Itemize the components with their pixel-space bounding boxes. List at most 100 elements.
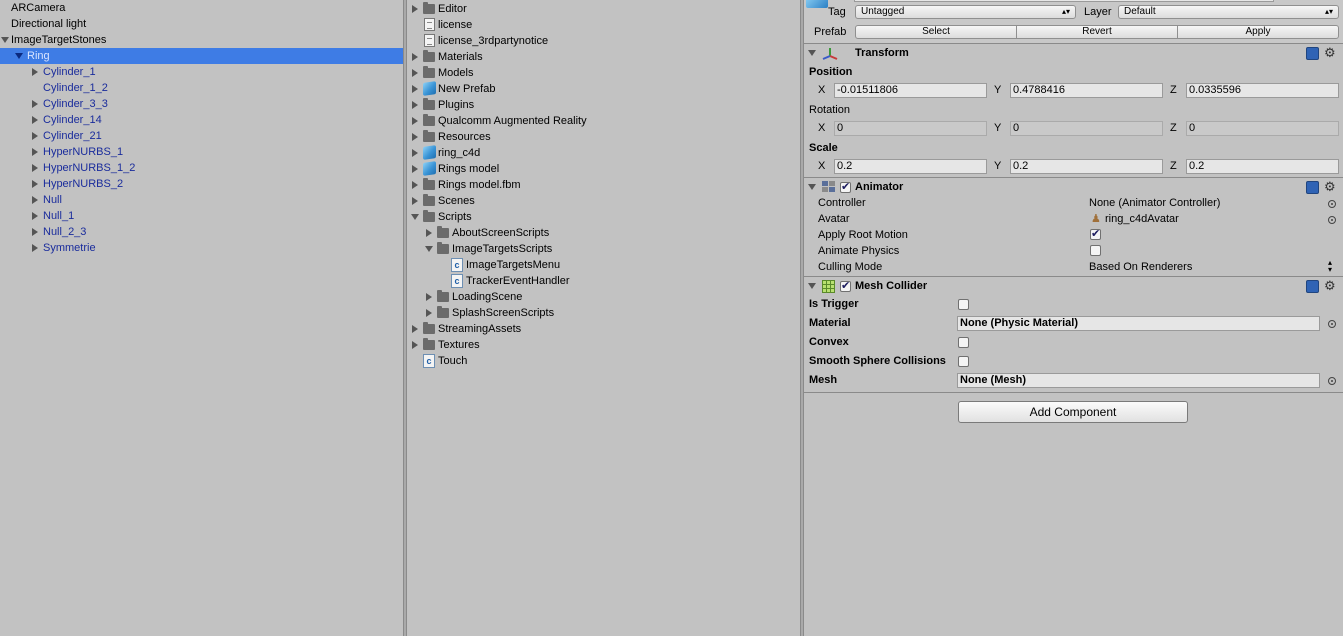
expand-arrow-icon[interactable] [426, 293, 432, 301]
project-item-scenes[interactable]: Scenes [407, 193, 800, 209]
object-picker-icon[interactable] [1328, 320, 1336, 328]
hierarchy-item-null-2-3[interactable]: Null_2_3 [0, 224, 403, 240]
expand-arrow-icon[interactable] [412, 165, 418, 173]
expand-arrow-icon[interactable] [412, 53, 418, 61]
is-trigger-checkbox[interactable] [958, 299, 969, 310]
expand-arrow-icon[interactable] [32, 68, 38, 76]
hierarchy-item-hypernurbs-1-2[interactable]: HyperNURBS_1_2 [0, 160, 403, 176]
controller-value[interactable]: None (Animator Controller) [1089, 197, 1220, 209]
project-item-license[interactable]: license [407, 17, 800, 33]
expand-arrow-icon[interactable] [412, 117, 418, 125]
smooth-sphere-collisions-checkbox[interactable] [958, 356, 969, 367]
expand-arrow-icon[interactable] [32, 228, 38, 236]
rotation-x-field[interactable]: 0 [834, 121, 987, 136]
project-item-rings-model-fbm[interactable]: Rings model.fbm [407, 177, 800, 193]
mesh-collider-enabled-checkbox[interactable] [840, 279, 851, 292]
project-item-qualcomm[interactable]: Qualcomm Augmented Reality [407, 113, 800, 129]
expand-arrow-icon[interactable] [412, 181, 418, 189]
expand-arrow-icon[interactable] [32, 148, 38, 156]
expand-arrow-icon[interactable] [32, 180, 38, 188]
hierarchy-item-cylinder-14[interactable]: Cylinder_14 [0, 112, 403, 128]
project-item-imagetargetsscripts[interactable]: ImageTargetsScripts [407, 241, 800, 257]
expand-arrow-icon[interactable] [412, 85, 418, 93]
expand-arrow-icon[interactable] [412, 149, 418, 157]
project-item-editor[interactable]: Editor [407, 1, 800, 17]
animator-enabled-checkbox[interactable] [840, 180, 851, 193]
help-book-icon[interactable] [1306, 47, 1319, 60]
animate-physics-checkbox[interactable] [1090, 245, 1101, 256]
hierarchy-item-cylinder-1-2[interactable]: Cylinder_1_2 [0, 80, 403, 96]
rotation-z-field[interactable]: 0 [1186, 121, 1339, 136]
expand-arrow-icon[interactable] [412, 325, 418, 333]
project-item-rings-model[interactable]: Rings model [407, 161, 800, 177]
project-item-models[interactable]: Models [407, 65, 800, 81]
object-picker-icon[interactable] [1328, 216, 1336, 224]
expand-arrow-icon[interactable] [32, 244, 38, 252]
project-item-aboutscreenscripts[interactable]: AboutScreenScripts [407, 225, 800, 241]
project-item-splashscreenscripts[interactable]: SplashScreenScripts [407, 305, 800, 321]
prefab-revert-button[interactable]: Revert [1016, 25, 1178, 39]
culling-mode-dropdown[interactable]: Based On Renderers [1089, 261, 1192, 273]
add-component-button[interactable]: Add Component [958, 401, 1188, 423]
project-item-textures[interactable]: Textures [407, 337, 800, 353]
project-item-scripts[interactable]: Scripts [407, 209, 800, 225]
hierarchy-item-imagetargetstones[interactable]: ImageTargetStones [0, 32, 403, 48]
position-x-field[interactable]: -0.01511806 [834, 83, 987, 98]
expand-arrow-icon[interactable] [32, 196, 38, 204]
object-picker-icon[interactable] [1328, 200, 1336, 208]
hierarchy-item-symmetrie[interactable]: Symmetrie [0, 240, 403, 256]
project-item-streamingassets[interactable]: StreamingAssets [407, 321, 800, 337]
hierarchy-item-directional-light[interactable]: Directional light [0, 16, 403, 32]
hierarchy-item-null[interactable]: Null [0, 192, 403, 208]
hierarchy-item-hypernurbs-2[interactable]: HyperNURBS_2 [0, 176, 403, 192]
scale-z-field[interactable]: 0.2 [1186, 159, 1339, 174]
avatar-value[interactable]: ring_c4dAvatar [1105, 213, 1179, 225]
project-item-imagetargetsmenu[interactable]: c ImageTargetsMenu [407, 257, 800, 273]
foldout-arrow-icon[interactable] [808, 184, 816, 190]
foldout-arrow-icon[interactable] [808, 50, 816, 56]
expand-arrow-icon[interactable] [412, 133, 418, 141]
hierarchy-item-hypernurbs-1[interactable]: HyperNURBS_1 [0, 144, 403, 160]
hierarchy-item-cylinder-1[interactable]: Cylinder_1 [0, 64, 403, 80]
prefab-select-button[interactable]: Select [855, 25, 1017, 39]
expand-arrow-icon[interactable] [32, 212, 38, 220]
hierarchy-item-arcamera[interactable]: ARCamera [0, 0, 403, 16]
gear-icon[interactable]: ⚙ [1324, 279, 1337, 293]
expand-arrow-icon[interactable] [412, 341, 418, 349]
project-item-trackereventhandler[interactable]: c TrackerEventHandler [407, 273, 800, 289]
project-item-materials[interactable]: Materials [407, 49, 800, 65]
expand-arrow-icon[interactable] [32, 132, 38, 140]
apply-root-motion-checkbox[interactable] [1090, 227, 1101, 240]
rotation-y-field[interactable]: 0 [1010, 121, 1163, 136]
expand-arrow-icon[interactable] [1, 37, 9, 43]
expand-arrow-icon[interactable] [426, 229, 432, 237]
project-item-new-prefab[interactable]: New Prefab [407, 81, 800, 97]
object-picker-icon[interactable] [1328, 377, 1336, 385]
expand-arrow-icon[interactable] [411, 214, 419, 220]
tag-dropdown[interactable]: Untagged ▴▾ [855, 5, 1076, 19]
position-z-field[interactable]: 0.0335596 [1186, 83, 1339, 98]
gear-icon[interactable]: ⚙ [1324, 180, 1337, 194]
expand-arrow-icon[interactable] [412, 197, 418, 205]
mesh-field[interactable]: None (Mesh) [957, 373, 1320, 388]
expand-arrow-icon[interactable] [425, 246, 433, 252]
project-item-resources[interactable]: Resources [407, 129, 800, 145]
material-field[interactable]: None (Physic Material) [957, 316, 1320, 331]
project-item-ring-c4d[interactable]: ring_c4d [407, 145, 800, 161]
expand-arrow-icon[interactable] [15, 53, 23, 59]
expand-arrow-icon[interactable] [32, 100, 38, 108]
expand-arrow-icon[interactable] [412, 101, 418, 109]
gear-icon[interactable]: ⚙ [1324, 46, 1337, 60]
hierarchy-item-ring[interactable]: Ring [0, 48, 403, 64]
expand-arrow-icon[interactable] [32, 164, 38, 172]
scale-x-field[interactable]: 0.2 [834, 159, 987, 174]
expand-arrow-icon[interactable] [412, 5, 418, 13]
layer-dropdown[interactable]: Default ▴▾ [1118, 5, 1339, 19]
project-item-license-3rdpartynotice[interactable]: license_3rdpartynotice [407, 33, 800, 49]
scale-y-field[interactable]: 0.2 [1010, 159, 1163, 174]
prefab-apply-button[interactable]: Apply [1177, 25, 1339, 39]
hierarchy-item-cylinder-21[interactable]: Cylinder_21 [0, 128, 403, 144]
hierarchy-item-cylinder-3-3[interactable]: Cylinder_3_3 [0, 96, 403, 112]
name-field[interactable] [854, 0, 1274, 2]
help-book-icon[interactable] [1306, 181, 1319, 194]
